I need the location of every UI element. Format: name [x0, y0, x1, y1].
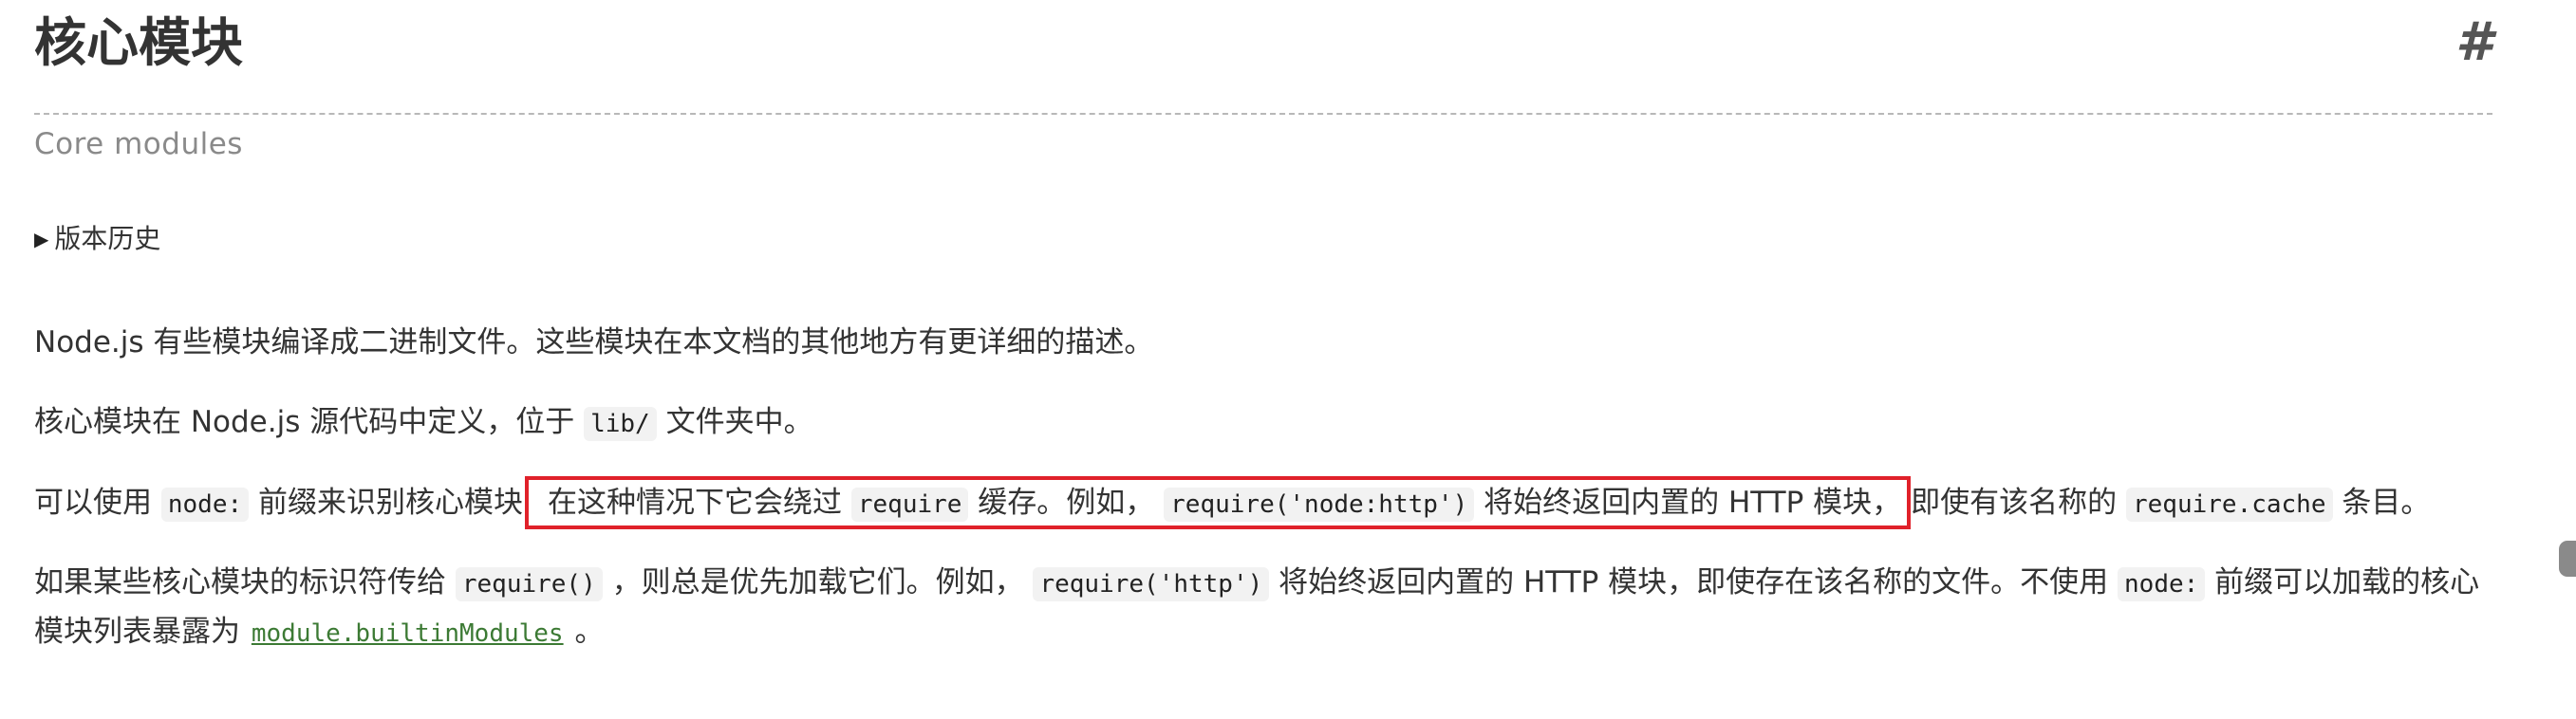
builtin-modules-link[interactable]: module.builtinModules	[250, 619, 566, 648]
code-require: require	[850, 488, 969, 522]
p3-text-a: 可以使用	[34, 486, 161, 520]
p4-text-a: 如果某些核心模块的标识符传给	[34, 565, 456, 599]
doc-content: 核心模块 # Core modules ▶ 版本历史 Node.js 有些模块编…	[34, 0, 2492, 649]
version-history-toggle[interactable]: ▶ 版本历史	[34, 220, 160, 258]
code-require-call: require()	[455, 567, 603, 601]
section-header: 核心模块 #	[34, 0, 2492, 115]
highlight-text-b: 缓存。例如，	[968, 486, 1165, 520]
english-subtitle: Core modules	[34, 127, 243, 161]
p4-text-c: 将始终返回内置的 HTTP 模块，即使存在该名称的文件。不使用	[1269, 565, 2119, 599]
paragraph-require-priority: 如果某些核心模块的标识符传给 require() ，则总是优先加载它们。例如， …	[34, 559, 2492, 657]
p4-text-e: 。	[565, 615, 605, 649]
scrollbar-thumb[interactable]	[2559, 541, 2576, 577]
code-node-prefix: node:	[160, 488, 250, 522]
p3-text-c: 即使有该名称的	[1911, 486, 2126, 520]
p4-text-b: ，则总是优先加载它们。例如，	[602, 565, 1034, 599]
page-title: 核心模块	[34, 12, 244, 73]
code-require-http: require('http')	[1033, 567, 1270, 601]
highlight-text-c: 将始终返回内置的 HTTP 模块，	[1474, 486, 1902, 520]
p3-text-b: 前缀来识别核心模块	[249, 486, 523, 520]
code-require-cache: require.cache	[2126, 488, 2333, 522]
red-highlight-box: 在这种情况下它会绕过 require 缓存。例如， require('node:…	[525, 476, 1912, 529]
paragraph-binary-modules: Node.js 有些模块编译成二进制文件。这些模块在本文档的其他地方有更详细的描…	[34, 325, 1154, 360]
p3-text-d: 条目。	[2332, 486, 2431, 520]
paragraph-lib-folder: 核心模块在 Node.js 源代码中定义，位于 lib/ 文件夹中。	[34, 398, 2492, 448]
code-lib: lib/	[584, 407, 657, 441]
p2-text-b: 文件夹中。	[656, 405, 813, 439]
doc-page: 核心模块 # Core modules ▶ 版本历史 Node.js 有些模块编…	[0, 0, 2576, 719]
anchor-hash-link[interactable]: #	[2455, 9, 2492, 76]
paragraph-node-prefix: 可以使用 node: 前缀来识别核心模块 在这种情况下它会绕过 require 缓…	[34, 476, 2492, 529]
disclosure-triangle-icon: ▶	[34, 228, 49, 250]
code-node-prefix-2: node:	[2118, 567, 2206, 601]
highlight-text-a: 在这种情况下它会绕过	[548, 486, 851, 520]
p2-text-a: 核心模块在 Node.js 源代码中定义，位于	[34, 405, 585, 439]
code-require-node-http: require('node:http')	[1164, 488, 1475, 522]
version-history-label: 版本历史	[54, 223, 161, 254]
